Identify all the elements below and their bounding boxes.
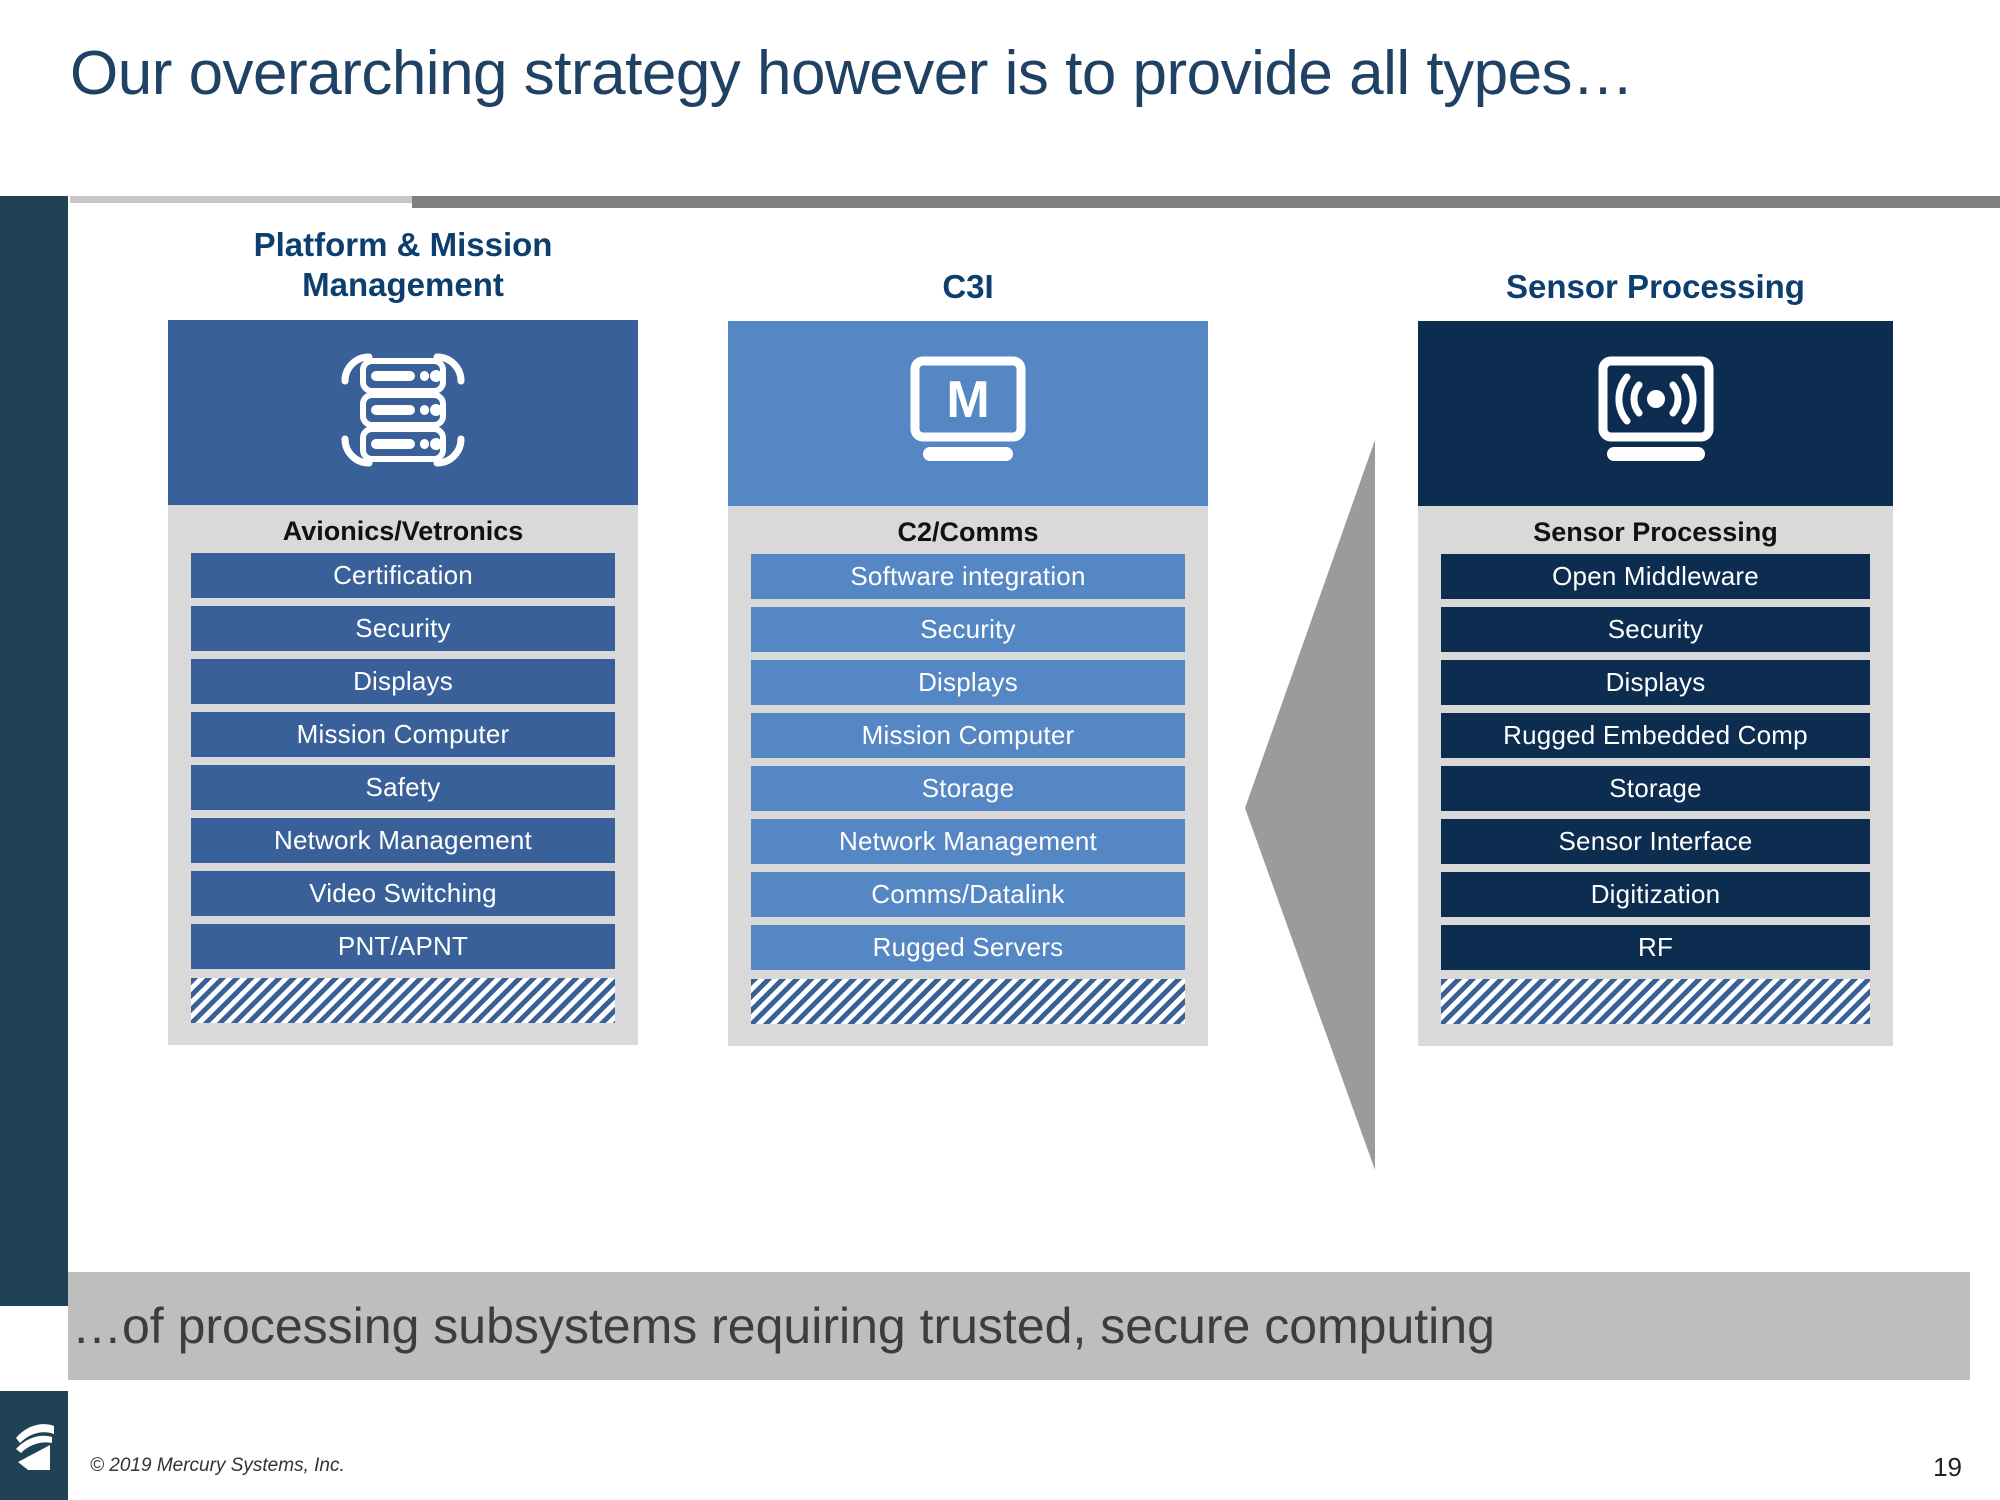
list-item[interactable]: Displays <box>191 658 615 704</box>
header-rule-dark <box>412 196 2000 208</box>
hatched-placeholder-bar <box>751 979 1185 1025</box>
list-item[interactable]: Rugged Servers <box>751 925 1185 971</box>
column-list-panel: Sensor Processing Open Middleware Securi… <box>1418 506 1893 1047</box>
laptop-m-icon: M <box>893 351 1043 476</box>
list-item[interactable]: Security <box>1441 607 1870 653</box>
list-item[interactable]: Displays <box>751 660 1185 706</box>
bottom-banner-text: …of processing subsystems requiring trus… <box>72 1298 1495 1354</box>
list-item[interactable]: Security <box>191 605 615 651</box>
list-item[interactable]: Rugged Embedded Comp <box>1441 713 1870 759</box>
copyright-text: © 2019 Mercury Systems, Inc. <box>90 1455 345 1476</box>
mercury-systems-logo-icon <box>10 1412 60 1482</box>
left-accent-bar <box>0 196 68 1306</box>
server-rack-icon <box>333 345 473 480</box>
column-subheading: Avionics/Vetronics <box>282 515 524 546</box>
list-item[interactable]: Storage <box>1441 766 1870 812</box>
column-subheading: C2/Comms <box>897 517 1039 548</box>
column-title: Platform & Mission Management <box>253 226 553 304</box>
list-item[interactable]: Video Switching <box>191 870 615 916</box>
page-number: 19 <box>1933 1452 1962 1482</box>
list-item[interactable]: Mission Computer <box>191 711 615 757</box>
list-item[interactable]: Network Management <box>751 819 1185 865</box>
column-platform-mission-management: Platform & Mission Management Avionics/V… <box>168 225 638 1045</box>
list-item[interactable]: Security <box>751 607 1185 653</box>
header-rule-light <box>70 196 415 203</box>
hatched-placeholder-bar <box>191 977 615 1023</box>
hatched-placeholder-bar <box>1441 979 1870 1025</box>
column-icon-panel: M <box>728 321 1208 507</box>
list-item[interactable]: Network Management <box>191 817 615 863</box>
page-title: Our overarching strategy however is to p… <box>70 39 1634 108</box>
column-title: C3I <box>942 268 994 305</box>
list-item[interactable]: Comms/Datalink <box>751 872 1185 918</box>
column-sensor-processing: Sensor Processing Sensor Processing Open… <box>1418 225 1893 1047</box>
list-item[interactable]: Digitization <box>1441 872 1870 918</box>
column-icon-panel <box>168 319 638 505</box>
column-list-panel: Avionics/Vetronics Certification Securit… <box>168 504 638 1045</box>
list-item[interactable]: Safety <box>191 764 615 810</box>
list-item[interactable]: Open Middleware <box>1441 554 1870 600</box>
list-item[interactable]: Displays <box>1441 660 1870 706</box>
list-item[interactable]: Sensor Interface <box>1441 819 1870 865</box>
list-item[interactable]: Software integration <box>751 554 1185 600</box>
list-item[interactable]: RF <box>1441 925 1870 971</box>
column-title: Sensor Processing <box>1506 268 1805 305</box>
column-subheading: Sensor Processing <box>1533 517 1778 548</box>
list-item[interactable]: Storage <box>751 766 1185 812</box>
column-c3i: C3I M C2/Comms Software integration Secu… <box>728 225 1208 1047</box>
laptop-signal-icon <box>1581 351 1731 476</box>
svg-text:M: M <box>946 371 989 429</box>
column-list-panel: C2/Comms Software integration Security D… <box>728 506 1208 1047</box>
list-item[interactable]: PNT/APNT <box>191 923 615 969</box>
list-item[interactable]: Mission Computer <box>751 713 1185 759</box>
column-icon-panel <box>1418 321 1893 507</box>
list-item[interactable]: Certification <box>191 552 615 598</box>
left-pointing-arrow-icon <box>1245 440 1375 1170</box>
